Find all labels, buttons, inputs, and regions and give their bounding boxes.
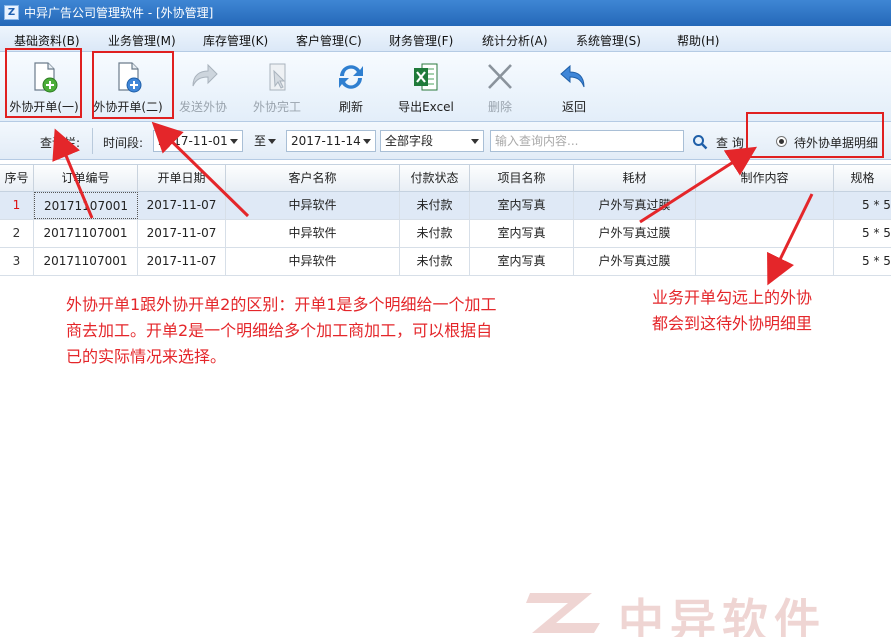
left-note-line-3: 已的实际情况来选择。 <box>66 347 227 366</box>
arrow-to-open-2 <box>151 121 250 218</box>
watermark-text: 中异软件 <box>618 594 826 637</box>
right-note-line-1: 业务开单勾远上的外协 <box>652 288 813 307</box>
watermark: 中异软件 <box>520 585 891 637</box>
annotation-right-note: 业务开单勾远上的外协 都会到这待外协明细里 <box>652 285 882 337</box>
arrow-to-pending <box>639 146 758 224</box>
left-note-line-1: 外协开单1跟外协开单2的区别：开单1是多个明细给一个加工 <box>66 295 497 314</box>
right-note-line-2: 都会到这待外协明细里 <box>652 314 813 333</box>
annotation-left-note: 外协开单1跟外协开单2的区别：开单1是多个明细给一个加工 商去加工。开单2是一个… <box>66 292 586 370</box>
arrow-to-open-1 <box>52 128 94 219</box>
arrow-to-note <box>767 193 814 286</box>
left-note-line-2: 商去加工。开单2是一个明细给多个加工商加工，可以根据自 <box>66 321 493 340</box>
watermark-logo-icon <box>526 593 600 633</box>
